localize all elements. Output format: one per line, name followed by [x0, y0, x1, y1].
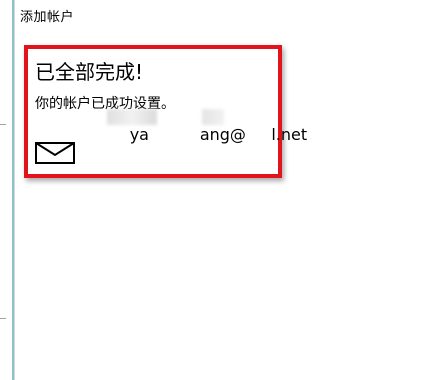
success-card: 已全部完成! 你的帐户已成功设置。 ya ang@ l.net — [24, 45, 307, 178]
edge-tick — [0, 318, 6, 319]
success-heading: 已全部完成! — [35, 60, 144, 84]
redaction-blur — [107, 108, 157, 125]
left-window-edge — [0, 0, 15, 380]
add-account-window: 添加帐户 已全部完成! 你的帐户已成功设置。 ya ang@ l.net — [0, 0, 446, 380]
account-email-text: ya ang@ l.net — [129, 124, 308, 144]
left-accent-line — [12, 0, 14, 380]
account-email: ya ang@ l.net — [89, 106, 307, 201]
edge-tick — [0, 124, 6, 125]
dialog-title: 添加帐户 — [20, 10, 75, 25]
redaction-blur — [202, 108, 224, 125]
envelope-icon — [35, 142, 75, 164]
account-row: ya ang@ l.net — [35, 108, 307, 164]
